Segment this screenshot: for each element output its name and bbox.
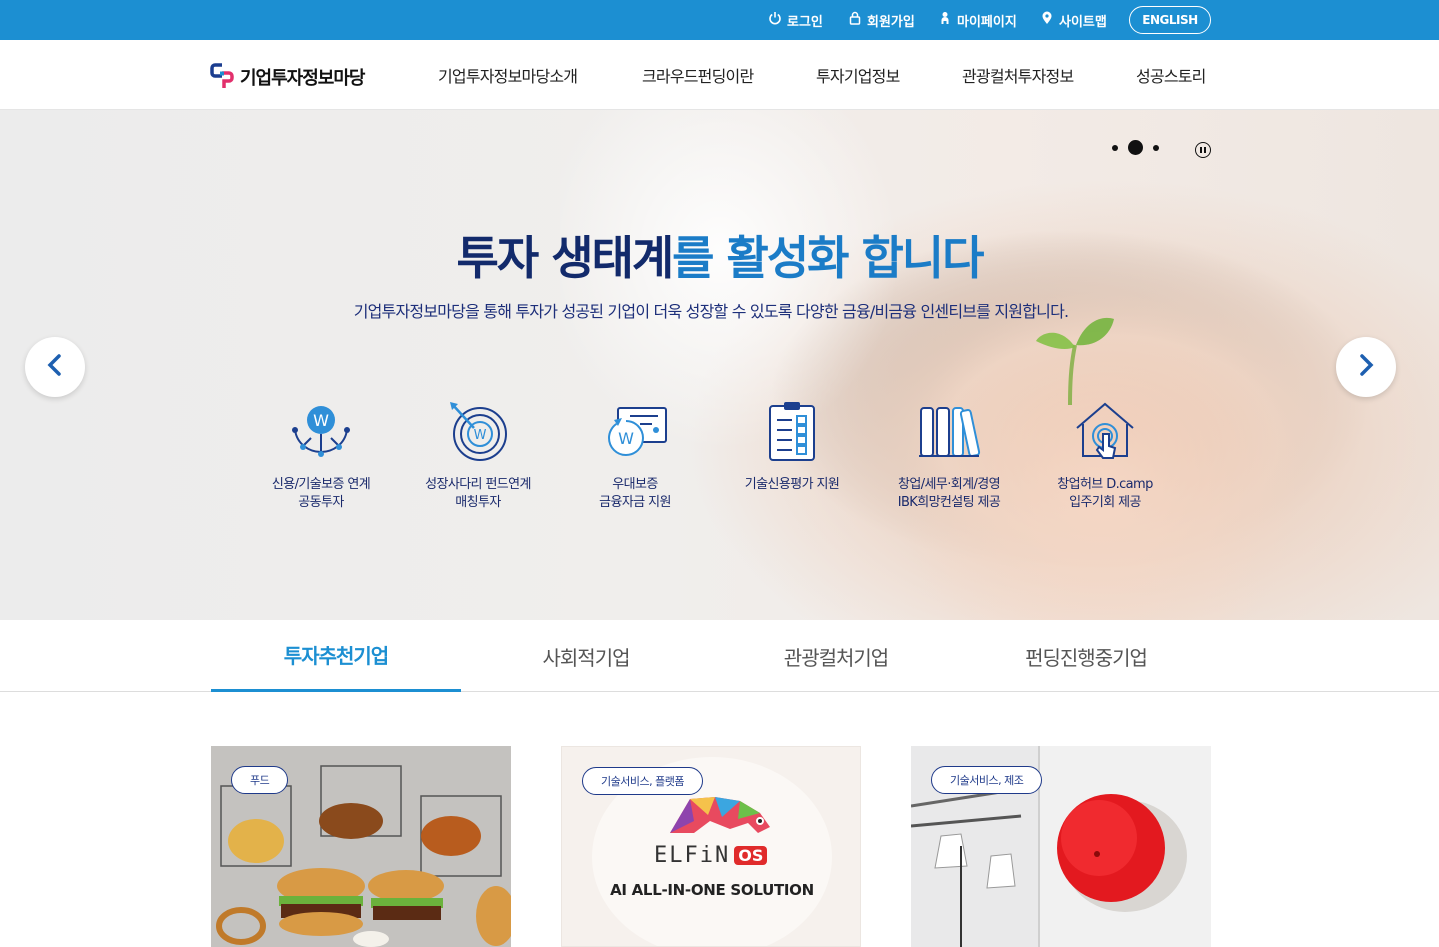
login-link[interactable]: 로그인 [768,0,823,40]
nav-item-intro[interactable]: 기업투자정보마당소개 [438,40,578,110]
feature-label: 기술신용평가 지원 [744,477,840,492]
feature-label: 창업허브 D.camp 입주기회 제공 [1057,477,1153,510]
feature-item[interactable]: W 신용/기술보증 연계 공동투자 [241,398,401,512]
category-badge: 기술서비스, 플랫폼 [582,767,703,795]
slide-pagination [1112,140,1159,155]
signup-link[interactable]: 회원가입 [848,0,915,40]
hero-title-dark: 투자 생태계 [456,231,675,285]
house-touch-icon [1025,398,1185,464]
map-pin-icon [1040,11,1054,29]
elfin-os-badge: OS [734,846,768,865]
svg-text:W: W [313,411,329,430]
power-icon [768,11,782,29]
feature-item[interactable]: 기술신용평가 지원 [712,398,872,494]
hero-title: 투자 생태계를 활성화 합니다 [0,222,1439,288]
checklist-icon [712,398,872,464]
feature-label: 성장사다리 펀드연계 매칭투자 [425,477,531,510]
hero-title-accent: 를 활성화 합니다 [672,231,984,285]
company-card[interactable]: 기술서비스, 제조 [911,746,1211,947]
main-header: 기업투자정보마당 기업투자정보마당소개 크라우드펀딩이란 투자기업정보 관광컬처… [0,40,1439,110]
nav-item-tourism-culture[interactable]: 관광컬처투자정보 [962,40,1074,110]
pause-button[interactable] [1195,142,1211,158]
books-icon [869,398,1029,464]
person-icon [938,11,952,29]
logo-mark-icon [210,61,236,93]
category-badge: 기술서비스, 제조 [931,766,1043,794]
mypage-label: 마이페이지 [957,14,1017,30]
feature-item[interactable]: 창업허브 D.camp 입주기회 제공 [1025,398,1185,512]
chevron-left-icon [44,354,66,380]
svg-text:W: W [618,429,634,448]
lock-icon [848,11,862,29]
elfin-logo: ELFiN OS [654,843,768,868]
tab-funding-in-progress[interactable]: 펀딩진행중기업 [961,620,1211,692]
hero-subtitle: 기업투자정보마당을 통해 투자가 성공된 기업이 더욱 성장할 수 있도록 다양… [353,302,1069,321]
company-card[interactable]: 기술서비스, 플랫폼 ELFiN OS AI ALL-IN-ONE SOLUTI… [561,746,861,947]
sprout-image [1036,317,1114,405]
chevron-right-icon [1355,354,1377,380]
network-w-icon: W [241,398,401,464]
category-badge: 푸드 [231,766,289,794]
nav-item-company-info[interactable]: 투자기업정보 [816,40,900,110]
feature-item[interactable]: 창업/세무·회계/경영 IBK희망컨설팅 제공 [869,398,1029,512]
logo-text: 기업투자정보마당 [240,68,365,89]
signup-label: 회원가입 [867,14,915,30]
svg-text:W: W [474,428,487,443]
card-w-icon: W [555,398,715,464]
card-tagline: AI ALL-IN-ONE SOLUTION [610,881,814,899]
english-button[interactable]: ENGLISH [1129,6,1211,34]
feature-label: 창업/세무·회계/경영 IBK희망컨설팅 제공 [897,477,1001,510]
elfin-logo-text: ELFiN [654,843,731,868]
sitemap-link[interactable]: 사이트맵 [1040,0,1107,40]
nav-item-crowdfunding[interactable]: 크라우드펀딩이란 [642,40,754,110]
feature-item[interactable]: W 우대보증 금융자금 지원 [555,398,715,512]
next-slide-button[interactable] [1336,337,1396,397]
feature-label: 신용/기술보증 연계 공동투자 [271,477,371,510]
hero-banner: 투자 생태계를 활성화 합니다 기업투자정보마당을 통해 투자가 성공된 기업이… [0,110,1439,620]
company-tabs: 투자추천기업 사회적기업 관광컬처기업 펀딩진행중기업 [0,620,1439,692]
feature-item[interactable]: W 성장사다리 펀드연계 매칭투자 [398,398,558,512]
feature-label: 우대보증 금융자금 지원 [599,477,671,510]
tab-tourism-culture[interactable]: 관광컬처기업 [711,620,961,692]
top-utility-bar: 로그인 회원가입 마이페이지 사이트맵 ENGLISH [0,0,1439,40]
prev-slide-button[interactable] [25,337,85,397]
slide-dot-2[interactable] [1128,140,1143,155]
slide-dot-1[interactable] [1112,144,1118,151]
hero-background [560,110,1439,620]
tab-recommended[interactable]: 투자추천기업 [211,620,461,692]
sitemap-label: 사이트맵 [1059,14,1107,30]
site-logo[interactable]: 기업투자정보마당 [210,61,365,93]
chameleon-logo-icon [670,797,770,833]
tab-social[interactable]: 사회적기업 [461,620,711,692]
mypage-link[interactable]: 마이페이지 [938,0,1017,40]
feature-list: W 신용/기술보증 연계 공동투자 W 성장사다리 펀드연계 매칭투자 W 우대… [0,398,1439,528]
target-w-icon: W [398,398,558,464]
company-card[interactable]: 푸드 [211,746,511,947]
slide-dot-3[interactable] [1153,144,1159,151]
nav-item-success-story[interactable]: 성공스토리 [1136,40,1206,110]
login-label: 로그인 [787,14,823,30]
